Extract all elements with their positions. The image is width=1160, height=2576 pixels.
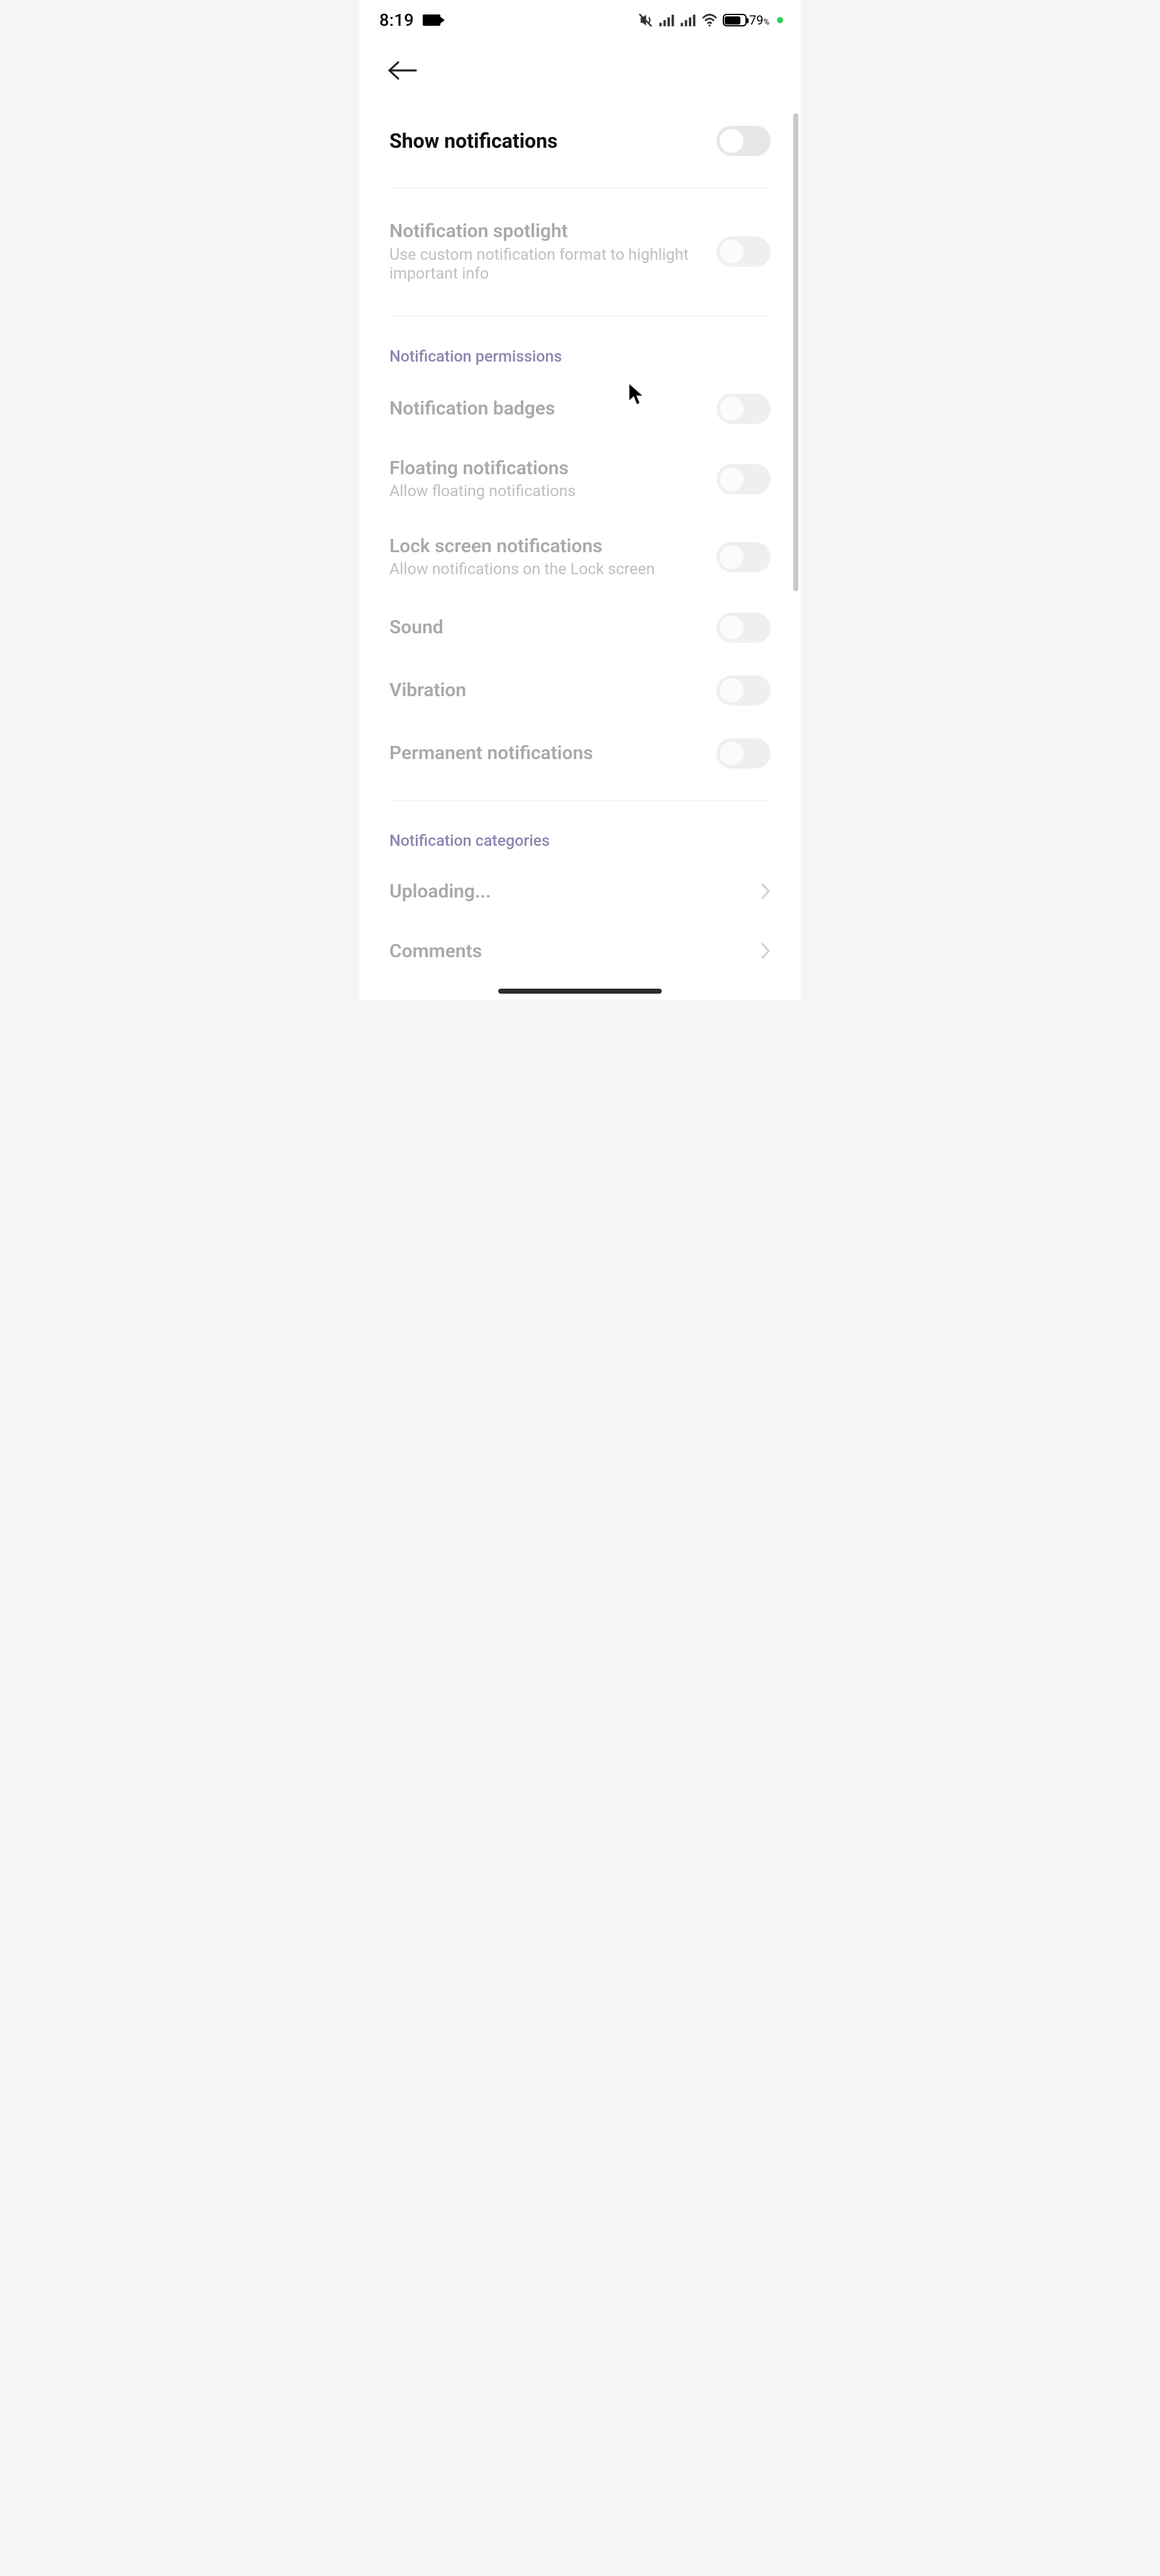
- privacy-indicator-dot: [777, 17, 783, 23]
- chevron-right-icon: [761, 942, 771, 960]
- comments-row[interactable]: Comments: [389, 921, 771, 981]
- notification-badges-row[interactable]: Notification badges: [389, 377, 771, 440]
- sound-toggle[interactable]: [717, 613, 771, 643]
- divider: [389, 187, 771, 188]
- status-time: 8:19: [379, 10, 414, 30]
- vibration-title: Vibration: [389, 679, 705, 702]
- wifi-icon: [701, 13, 718, 27]
- sound-row[interactable]: Sound: [389, 596, 771, 659]
- section-categories-label: Notification categories: [389, 816, 771, 862]
- permanent-notifications-title: Permanent notifications: [389, 741, 705, 765]
- status-bar: 8:19: [359, 0, 801, 40]
- lock-screen-notifications-row[interactable]: Lock screen notifications Allow notifica…: [389, 518, 771, 596]
- battery-indicator: 79%: [723, 13, 769, 28]
- show-notifications-toggle[interactable]: [717, 126, 771, 156]
- permanent-notifications-row[interactable]: Permanent notifications: [389, 722, 771, 785]
- divider: [389, 800, 771, 801]
- floating-notifications-toggle[interactable]: [717, 464, 771, 494]
- comments-title: Comments: [389, 940, 482, 962]
- chevron-right-icon: [761, 882, 771, 900]
- scroll-indicator[interactable]: [793, 113, 798, 591]
- back-button[interactable]: [387, 59, 422, 82]
- uploading-row[interactable]: Uploading...: [389, 862, 771, 921]
- floating-notifications-title: Floating notifications: [389, 457, 705, 480]
- floating-notifications-row[interactable]: Floating notifications Allow floating no…: [389, 440, 771, 518]
- notification-spotlight-row[interactable]: Notification spotlight Use custom notifi…: [389, 203, 771, 301]
- status-bar-left: 8:19: [379, 10, 440, 30]
- uploading-title: Uploading...: [389, 880, 491, 902]
- floating-notifications-sub: Allow floating notifications: [389, 482, 705, 502]
- video-recording-icon: [423, 14, 440, 26]
- signal-1-icon: [659, 13, 675, 27]
- section-permissions-label: Notification permissions: [389, 331, 771, 377]
- vibration-toggle[interactable]: [717, 675, 771, 706]
- notification-badges-toggle[interactable]: [717, 394, 771, 424]
- vibration-row[interactable]: Vibration: [389, 659, 771, 722]
- show-notifications-row[interactable]: Show notifications: [389, 109, 771, 172]
- gesture-bar[interactable]: [498, 989, 662, 994]
- sound-title: Sound: [389, 616, 705, 640]
- battery-icon: [723, 14, 747, 26]
- notification-badges-title: Notification badges: [389, 397, 705, 421]
- lock-screen-notifications-toggle[interactable]: [717, 542, 771, 572]
- show-notifications-title: Show notifications: [389, 128, 705, 153]
- mute-icon: [637, 12, 654, 28]
- notification-spotlight-toggle[interactable]: [717, 236, 771, 267]
- signal-2-icon: [680, 13, 696, 27]
- lock-screen-notifications-title: Lock screen notifications: [389, 535, 705, 558]
- permanent-notifications-toggle[interactable]: [717, 738, 771, 769]
- notification-spotlight-title: Notification spotlight: [389, 219, 705, 243]
- app-bar: [359, 40, 801, 109]
- status-bar-right: 79%: [637, 12, 783, 28]
- lock-screen-notifications-sub: Allow notifications on the Lock screen: [389, 560, 705, 580]
- battery-percent: 79%: [749, 13, 769, 28]
- settings-list: Show notifications Notification spotligh…: [359, 109, 801, 981]
- notification-spotlight-sub: Use custom notification format to highli…: [389, 246, 705, 284]
- phone-screen: 8:19: [359, 0, 801, 1000]
